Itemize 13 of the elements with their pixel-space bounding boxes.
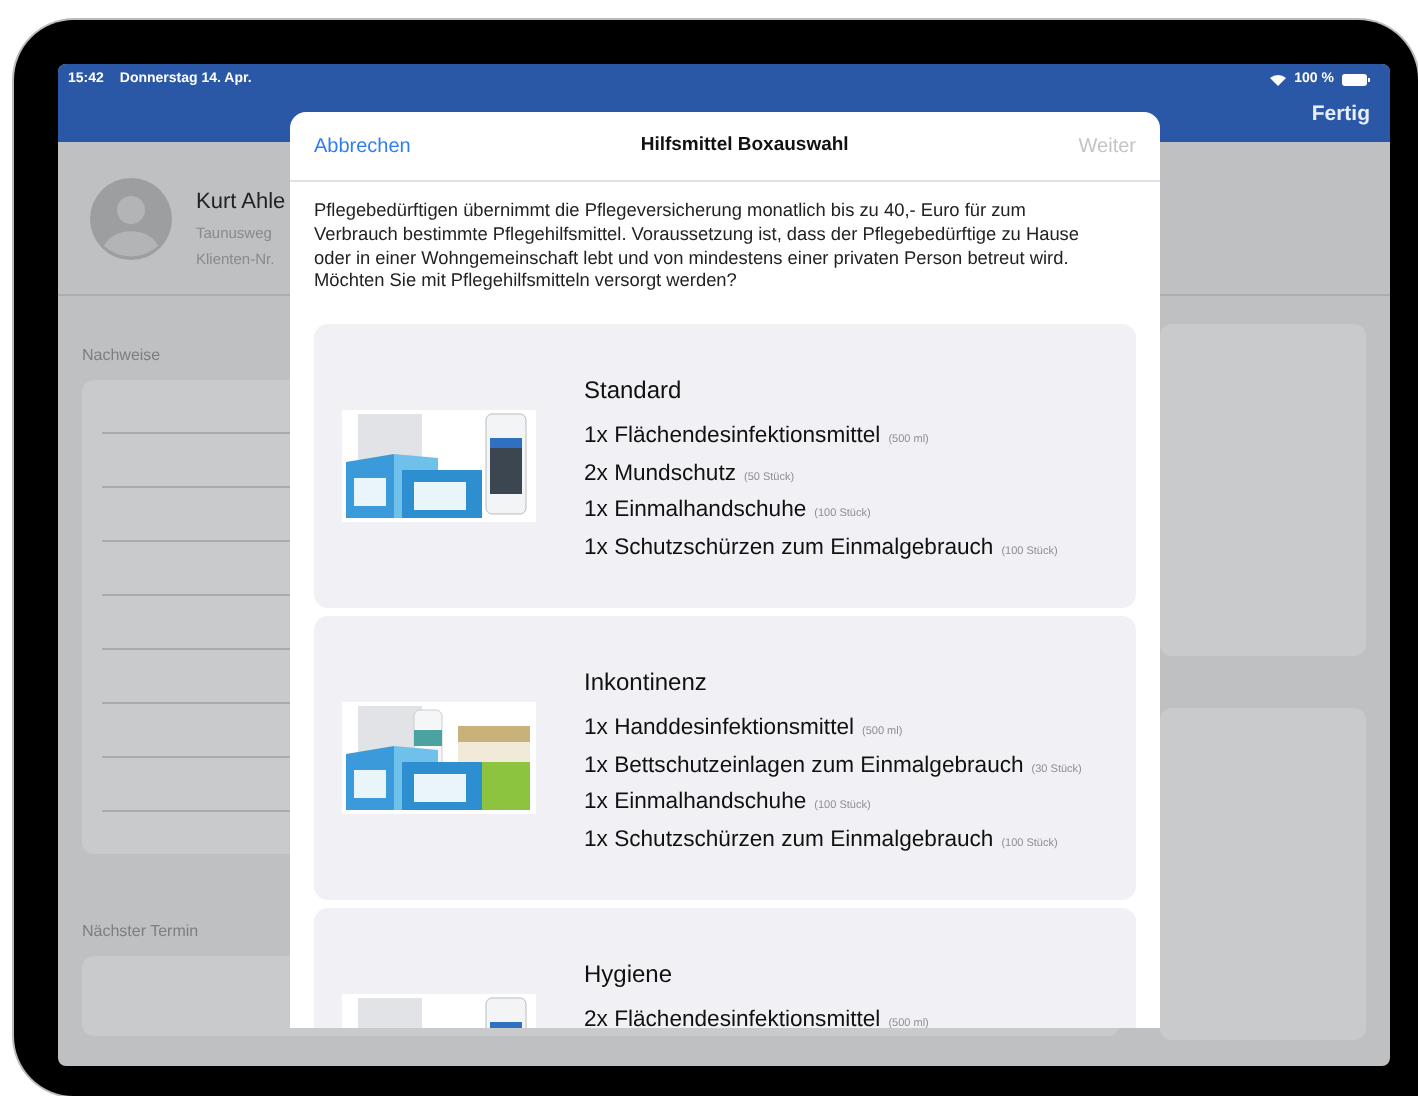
- cancel-button[interactable]: Abbrechen: [314, 131, 411, 161]
- box-title: Hygiene: [584, 958, 675, 993]
- box-title: Inkontinenz: [584, 666, 709, 701]
- intro-text: Pflegebedürftigen übernimmt die Pflegeversicherung monatlich bis zu 40,- Euro für zum Verbrauch bestimmte Pflegehilfsmittel. Voraussetzung ist, dass der Pflegebedürftige zu Hause oder in einer Wohngemeinschaft lebt und von mindestens einer privaten Person betreut wird. Möchten Sie mit Pflegehilfsmitteln versorgt werden?: [312, 198, 1082, 295]
- wifi-icon: [1270, 74, 1287, 87]
- modal-title: Hilfsmittel Boxauswahl: [640, 131, 849, 160]
- done-button[interactable]: Fertig: [1311, 99, 1370, 131]
- client-name: Kurt Ahle: [196, 188, 286, 218]
- section-title: Nachweise: [82, 344, 163, 368]
- battery-icon: [1342, 74, 1370, 87]
- avatar-icon: [90, 178, 172, 260]
- section-title: Nächster Termin: [82, 920, 201, 944]
- box-title: Standard: [584, 374, 684, 409]
